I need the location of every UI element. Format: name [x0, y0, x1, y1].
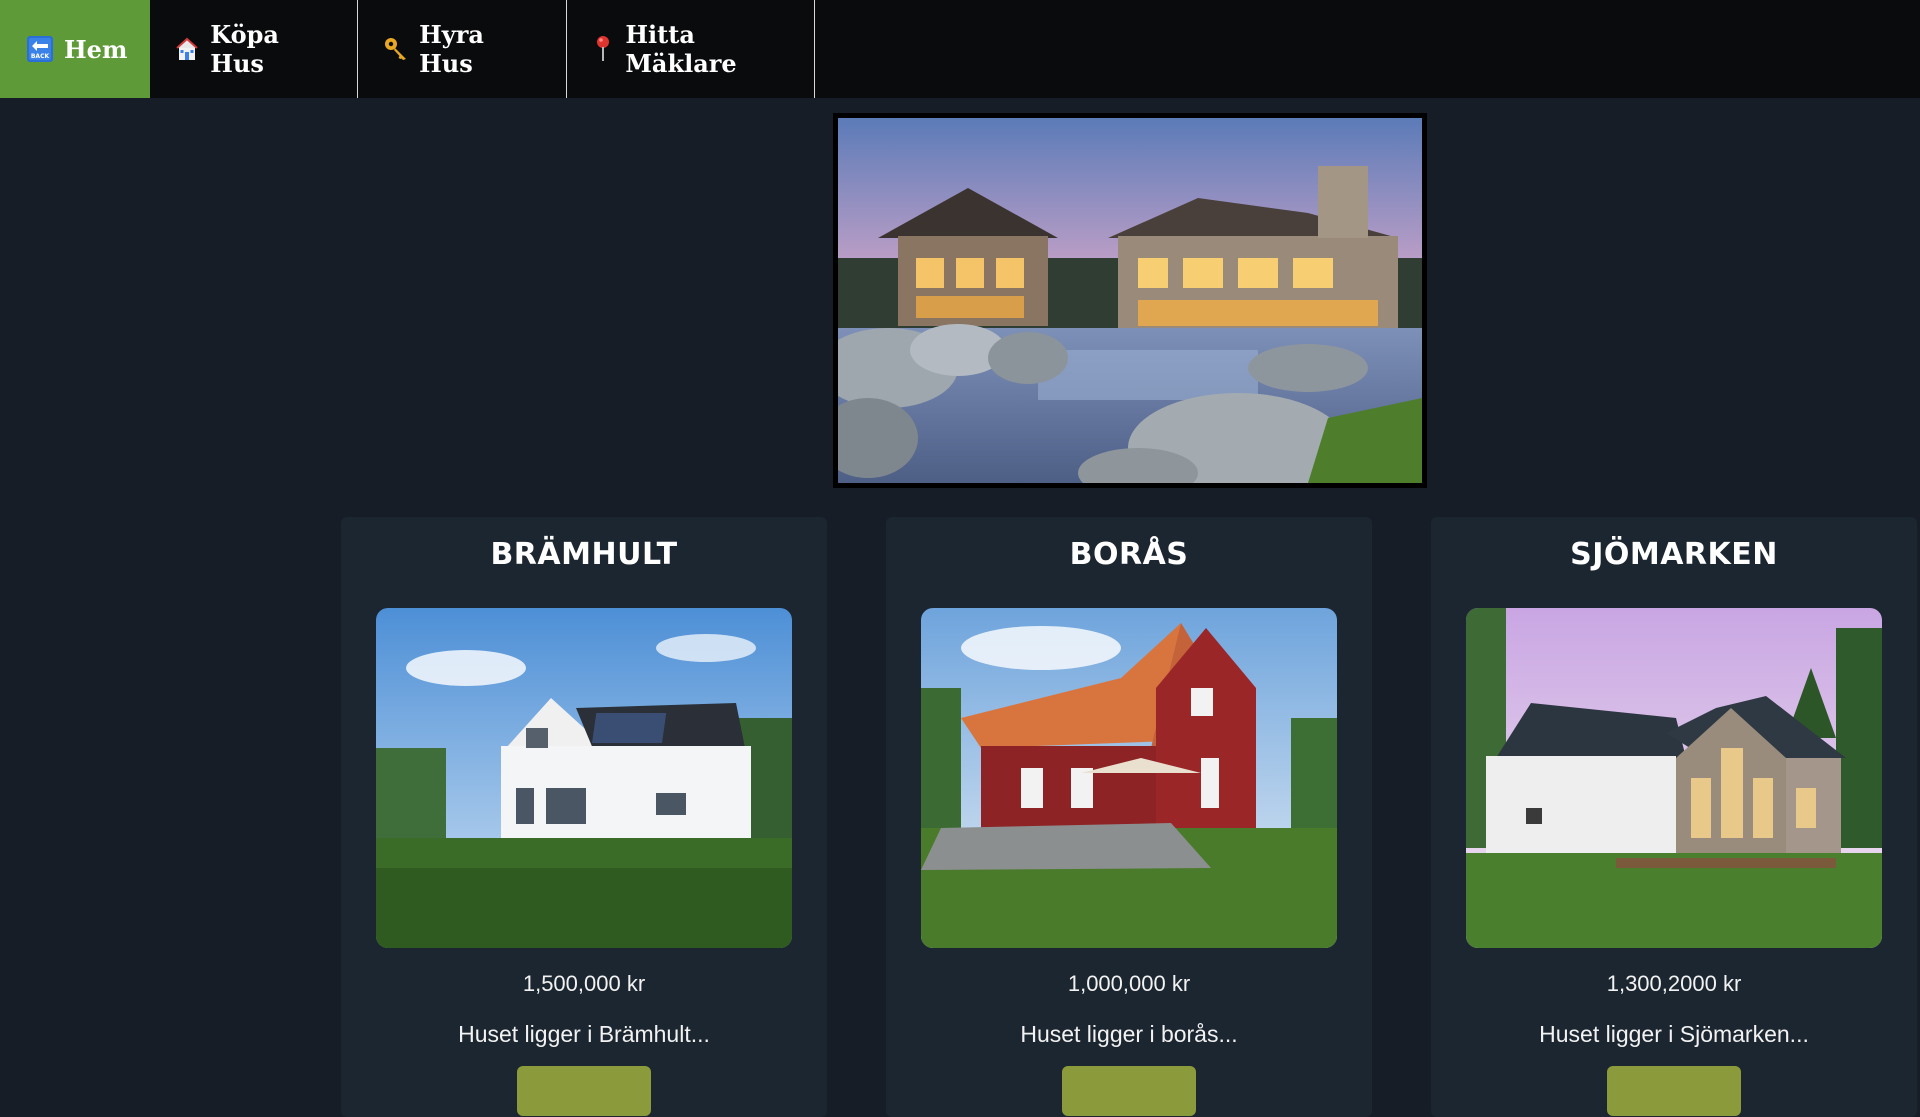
- listing-read-more-button[interactable]: [1607, 1066, 1741, 1116]
- house-icon: [174, 35, 200, 63]
- nav-item-hyra-hus[interactable]: Hyra Hus: [358, 0, 567, 98]
- listing-description: Huset ligger i Sjömarken...: [1539, 1021, 1809, 1047]
- back-icon: BACK: [26, 35, 54, 63]
- listing-price: 1,300,2000 kr: [1606, 971, 1742, 996]
- listing-description: Huset ligger i Brämhult...: [458, 1021, 710, 1047]
- listing-read-more-button[interactable]: [1062, 1066, 1196, 1116]
- nav-label-kopa-hus: Köpa Hus: [210, 20, 279, 78]
- nav-label-hyra-hus: Hyra Hus: [419, 20, 484, 78]
- nav-item-kopa-hus[interactable]: Köpa Hus: [150, 0, 358, 98]
- key-icon: [382, 35, 409, 63]
- listing-title: BORÅS: [1069, 537, 1189, 572]
- listing-card: SJÖMARKEN 1,300,2000 kr Huset ligger i S…: [1431, 517, 1917, 1117]
- listing-price: 1,000,000 kr: [1067, 971, 1191, 996]
- nav-item-hitta-maklare[interactable]: Hitta Mäklare: [567, 0, 815, 98]
- hero-villa-image: [838, 118, 1422, 483]
- pin-icon: [591, 35, 615, 63]
- hero-image-frame: [833, 113, 1427, 488]
- listing-image: [376, 608, 792, 948]
- svg-text:BACK: BACK: [31, 53, 50, 60]
- listing-image: [921, 608, 1337, 948]
- top-navigation: BACK Hem Köpa Hus Hyra Hus Hitta Mäklare: [0, 0, 1920, 98]
- listing-title: BRÄMHULT: [490, 537, 678, 572]
- listing-price: 1,500,000 kr: [522, 971, 646, 996]
- listing-card: BRÄMHULT 1,500,000 kr Huset ligger i Brä…: [341, 517, 827, 1117]
- nav-label-hitta-maklare: Hitta Mäklare: [625, 20, 737, 78]
- listing-read-more-button[interactable]: [517, 1066, 651, 1116]
- nav-label-hem: Hem: [64, 34, 128, 64]
- nav-item-hem[interactable]: BACK Hem: [0, 0, 150, 98]
- listing-image: [1466, 608, 1882, 948]
- listing-card: BORÅS 1,000,000 kr Huset ligger i borås.…: [886, 517, 1372, 1117]
- listing-title: SJÖMARKEN: [1570, 537, 1778, 572]
- listing-description: Huset ligger i borås...: [1020, 1021, 1238, 1047]
